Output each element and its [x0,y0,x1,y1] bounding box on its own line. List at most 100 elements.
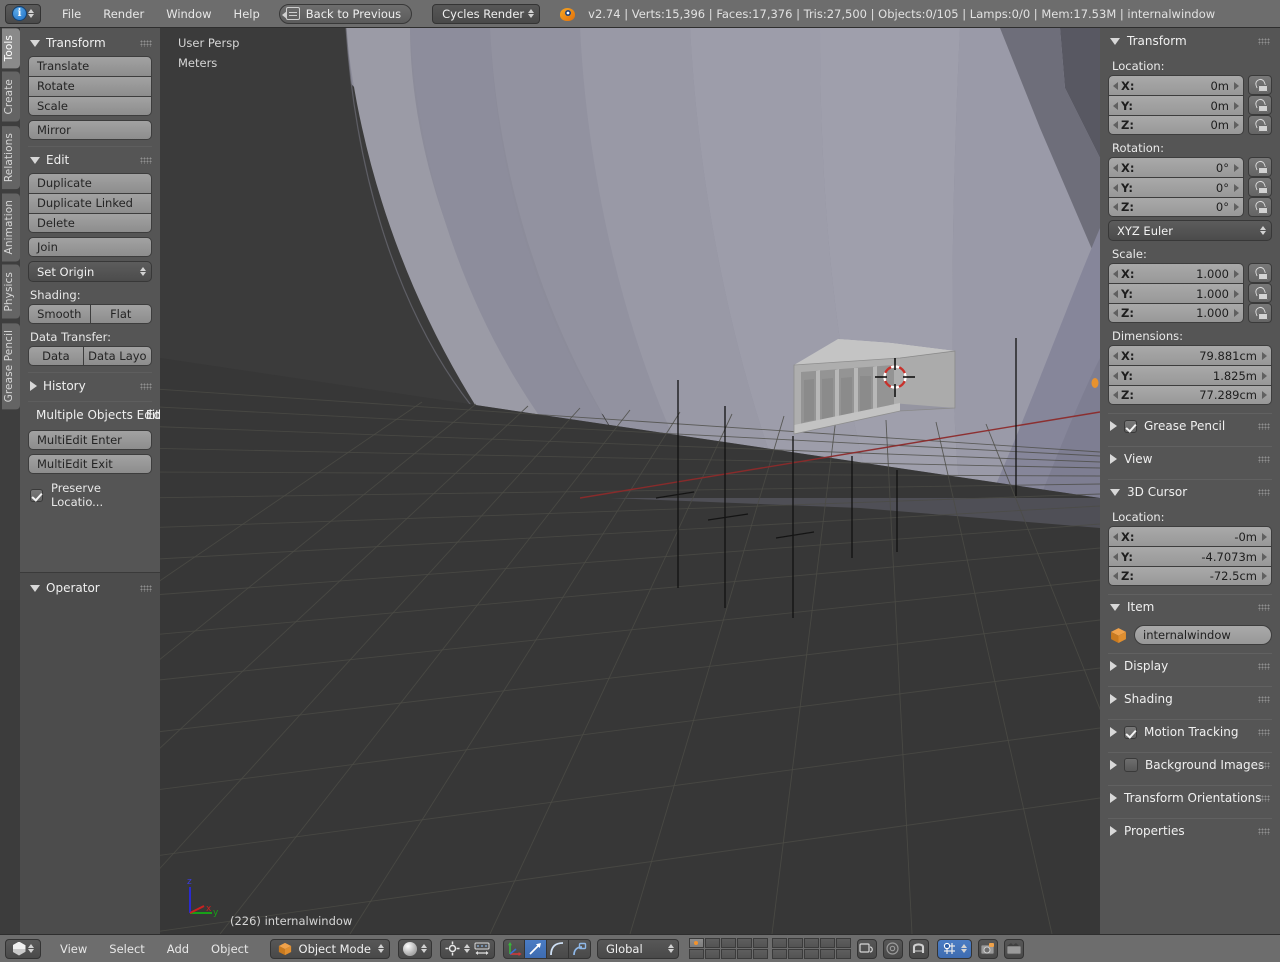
layer-cell[interactable] [721,949,736,959]
increment-arrow-icon[interactable] [1262,553,1267,561]
translate-gizmo-button[interactable] [503,939,525,959]
panel-header-motion-tracking[interactable]: Motion Tracking [1108,720,1272,744]
cursor-x-field[interactable]: X: -0m [1108,526,1272,546]
panel-header-display[interactable]: Display [1108,654,1272,678]
rotate-button[interactable]: Rotate [28,76,152,96]
decrement-arrow-icon[interactable] [1113,203,1118,211]
duplicate-button[interactable]: Duplicate [28,173,152,193]
translate-button[interactable]: Translate [28,56,152,76]
mirror-button[interactable]: Mirror [28,120,152,140]
panel-header-properties[interactable]: Properties [1108,819,1272,843]
shade-smooth-button[interactable]: Smooth [28,304,90,324]
layer-cell[interactable] [788,938,803,948]
decrement-arrow-icon[interactable] [1113,290,1118,298]
sidebar-item-grease-pencil[interactable]: Grease Pencil [2,323,20,409]
data-layout-button[interactable]: Data Layo [83,346,152,366]
preserve-location-row[interactable]: Preserve Locatio... [30,481,152,509]
increment-arrow-icon[interactable] [1234,121,1239,129]
snap-toggle-button[interactable] [909,939,929,959]
rotate-gizmo-button[interactable] [525,939,547,959]
duplicate-linked-button[interactable]: Duplicate Linked [28,193,152,213]
snap-element-selector[interactable] [937,939,972,959]
cursor-y-field[interactable]: Y: -4.7073m [1108,546,1272,566]
multiedit-exit-button[interactable]: MultiEdit Exit [28,454,152,474]
panel-header-transform-right[interactable]: Transform [1108,34,1272,53]
render-image-button[interactable] [978,939,998,959]
decrement-arrow-icon[interactable] [1113,121,1118,129]
layer-cell[interactable] [705,938,720,948]
layer-cell[interactable] [820,949,835,959]
motion-tracking-checkbox[interactable] [1124,726,1137,739]
set-origin-dropdown[interactable]: Set Origin [28,261,152,282]
lock-scale-x-button[interactable] [1248,263,1272,283]
panel-header-operator[interactable]: Operator [28,579,152,597]
decrement-arrow-icon[interactable] [1113,372,1118,380]
interaction-mode-selector[interactable]: Object Mode [270,939,390,959]
layer-cell[interactable] [836,938,851,948]
scale-gizmo-button[interactable] [547,939,569,959]
panel-header-grease-pencil[interactable]: Grease Pencil [1108,414,1272,438]
transform-orientation-selector[interactable]: Global [597,939,679,959]
layer-cell[interactable] [689,938,704,948]
menu-window[interactable]: Window [155,4,222,24]
increment-arrow-icon[interactable] [1262,533,1267,541]
location-z-field[interactable]: Z: 0m [1108,115,1244,135]
scale-y-field[interactable]: Y: 1.000 [1108,283,1244,303]
increment-arrow-icon[interactable] [1262,352,1267,360]
menu-select[interactable]: Select [98,939,155,959]
panel-header-edit[interactable]: Edit [28,151,152,169]
lock-rotation-x-button[interactable] [1248,157,1272,177]
increment-arrow-icon[interactable] [1234,203,1239,211]
layer-cell[interactable] [689,949,704,959]
layer-cell[interactable] [737,949,752,959]
multiedit-enter-button[interactable]: MultiEdit Enter [28,430,152,450]
layer-cell[interactable] [772,938,787,948]
lock-scale-y-button[interactable] [1248,283,1272,303]
back-to-previous-button[interactable]: Back to Previous [279,4,412,24]
preserve-location-checkbox[interactable] [30,489,43,502]
3d-viewport[interactable]: User Persp Meters z x y (226) internalwi… [160,28,1100,934]
sidebar-item-physics[interactable]: Physics [2,265,20,319]
shade-flat-button[interactable]: Flat [90,304,153,324]
increment-arrow-icon[interactable] [1234,290,1239,298]
panel-header-transform[interactable]: Transform [28,34,152,52]
lock-location-y-button[interactable] [1248,95,1272,115]
layer-cell[interactable] [737,938,752,948]
panel-header-multiple-objects-edit[interactable]: Multiple Objects Edit Edit [28,406,152,424]
decrement-arrow-icon[interactable] [1113,572,1118,580]
decrement-arrow-icon[interactable] [1113,82,1118,90]
decrement-arrow-icon[interactable] [1113,102,1118,110]
background-images-checkbox[interactable] [1124,758,1138,772]
manipulator-toggle-icon[interactable] [474,942,490,956]
lock-location-x-button[interactable] [1248,75,1272,95]
layer-cell[interactable] [836,949,851,959]
rotation-x-field[interactable]: X: 0° [1108,157,1244,177]
scale-button[interactable]: Scale [28,96,152,116]
editor-type-selector[interactable]: i [5,4,41,24]
increment-arrow-icon[interactable] [1234,309,1239,317]
sidebar-item-tools[interactable]: Tools [2,28,20,68]
panel-header-history[interactable]: History [28,377,152,395]
dimensions-x-field[interactable]: X: 79.881cm [1108,345,1272,365]
editor-type-selector-3dview[interactable] [5,939,41,959]
decrement-arrow-icon[interactable] [1113,270,1118,278]
decrement-arrow-icon[interactable] [1113,391,1118,399]
increment-arrow-icon[interactable] [1262,372,1267,380]
lock-rotation-y-button[interactable] [1248,177,1272,197]
dimensions-z-field[interactable]: Z: 77.289cm [1108,385,1272,405]
rotation-z-field[interactable]: Z: 0° [1108,197,1244,217]
menu-file[interactable]: File [51,4,92,24]
panel-header-view[interactable]: View [1108,447,1272,471]
decrement-arrow-icon[interactable] [1113,533,1118,541]
layer-cell[interactable] [820,938,835,948]
menu-add[interactable]: Add [156,939,200,959]
decrement-arrow-icon[interactable] [1113,352,1118,360]
decrement-arrow-icon[interactable] [1113,553,1118,561]
sidebar-item-create[interactable]: Create [2,72,20,122]
grease-pencil-checkbox[interactable] [1124,420,1137,433]
increment-arrow-icon[interactable] [1234,102,1239,110]
rotation-mode-dropdown[interactable]: XYZ Euler [1108,220,1272,241]
lock-scale-z-button[interactable] [1248,303,1272,323]
decrement-arrow-icon[interactable] [1113,164,1118,172]
object-name-field[interactable]: internalwindow [1134,625,1272,645]
